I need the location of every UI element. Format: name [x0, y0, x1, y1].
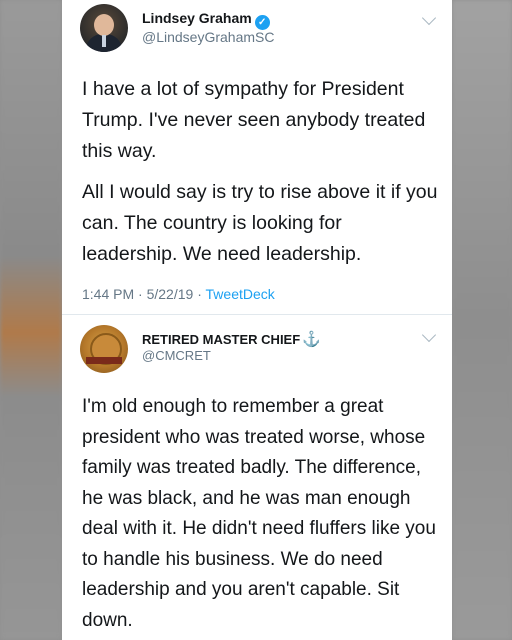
avatar-face	[94, 14, 114, 36]
avatar-tie	[102, 35, 106, 47]
avatar[interactable]	[80, 4, 128, 52]
chevron-down-icon[interactable]	[421, 327, 437, 343]
verified-badge-icon: ✓	[254, 15, 270, 30]
tweet-paragraph: All I would say is try to rise above it …	[82, 181, 438, 265]
tweet-screenshot-card: Lindsey Graham ✓ @LindseyGrahamSC I have …	[62, 0, 452, 640]
anchor-icon: ⚓	[302, 331, 321, 348]
tweet-retired-master-chief: RETIRED MASTER CHIEF ⚓ @CMCRET I'm old en…	[62, 315, 452, 640]
tweet-time[interactable]: 1:44 PM	[82, 286, 134, 302]
author-handle[interactable]: @LindseyGrahamSC	[142, 29, 275, 45]
avatar[interactable]	[80, 325, 128, 373]
background-blur-left	[0, 0, 62, 640]
author-handle[interactable]: @CMCRET	[142, 348, 211, 363]
tweet-text: I have a lot of sympathy for President T…	[82, 74, 442, 280]
tweet-metadata: 1:44 PM · 5/22/19 · TweetDeck	[82, 286, 275, 302]
background-blur-right	[452, 0, 512, 640]
author-name[interactable]: Lindsey Graham ✓	[142, 10, 270, 30]
tweet-lindsey-graham: Lindsey Graham ✓ @LindseyGrahamSC I have …	[62, 0, 452, 315]
avatar-banner	[86, 357, 122, 364]
tweet-text: I'm old enough to remember a great presi…	[82, 396, 436, 631]
tweet-source-link[interactable]: TweetDeck	[206, 286, 275, 302]
meta-separator: ·	[193, 286, 206, 302]
author-name[interactable]: RETIRED MASTER CHIEF ⚓	[142, 330, 321, 348]
meta-separator: ·	[134, 286, 147, 302]
chevron-down-icon[interactable]	[421, 10, 437, 26]
tweet-paragraph: I have a lot of sympathy for President T…	[82, 78, 426, 162]
author-name-text[interactable]: RETIRED MASTER CHIEF	[142, 332, 300, 347]
author-name-text[interactable]: Lindsey Graham	[142, 10, 252, 26]
tweet-date[interactable]: 5/22/19	[147, 286, 194, 302]
